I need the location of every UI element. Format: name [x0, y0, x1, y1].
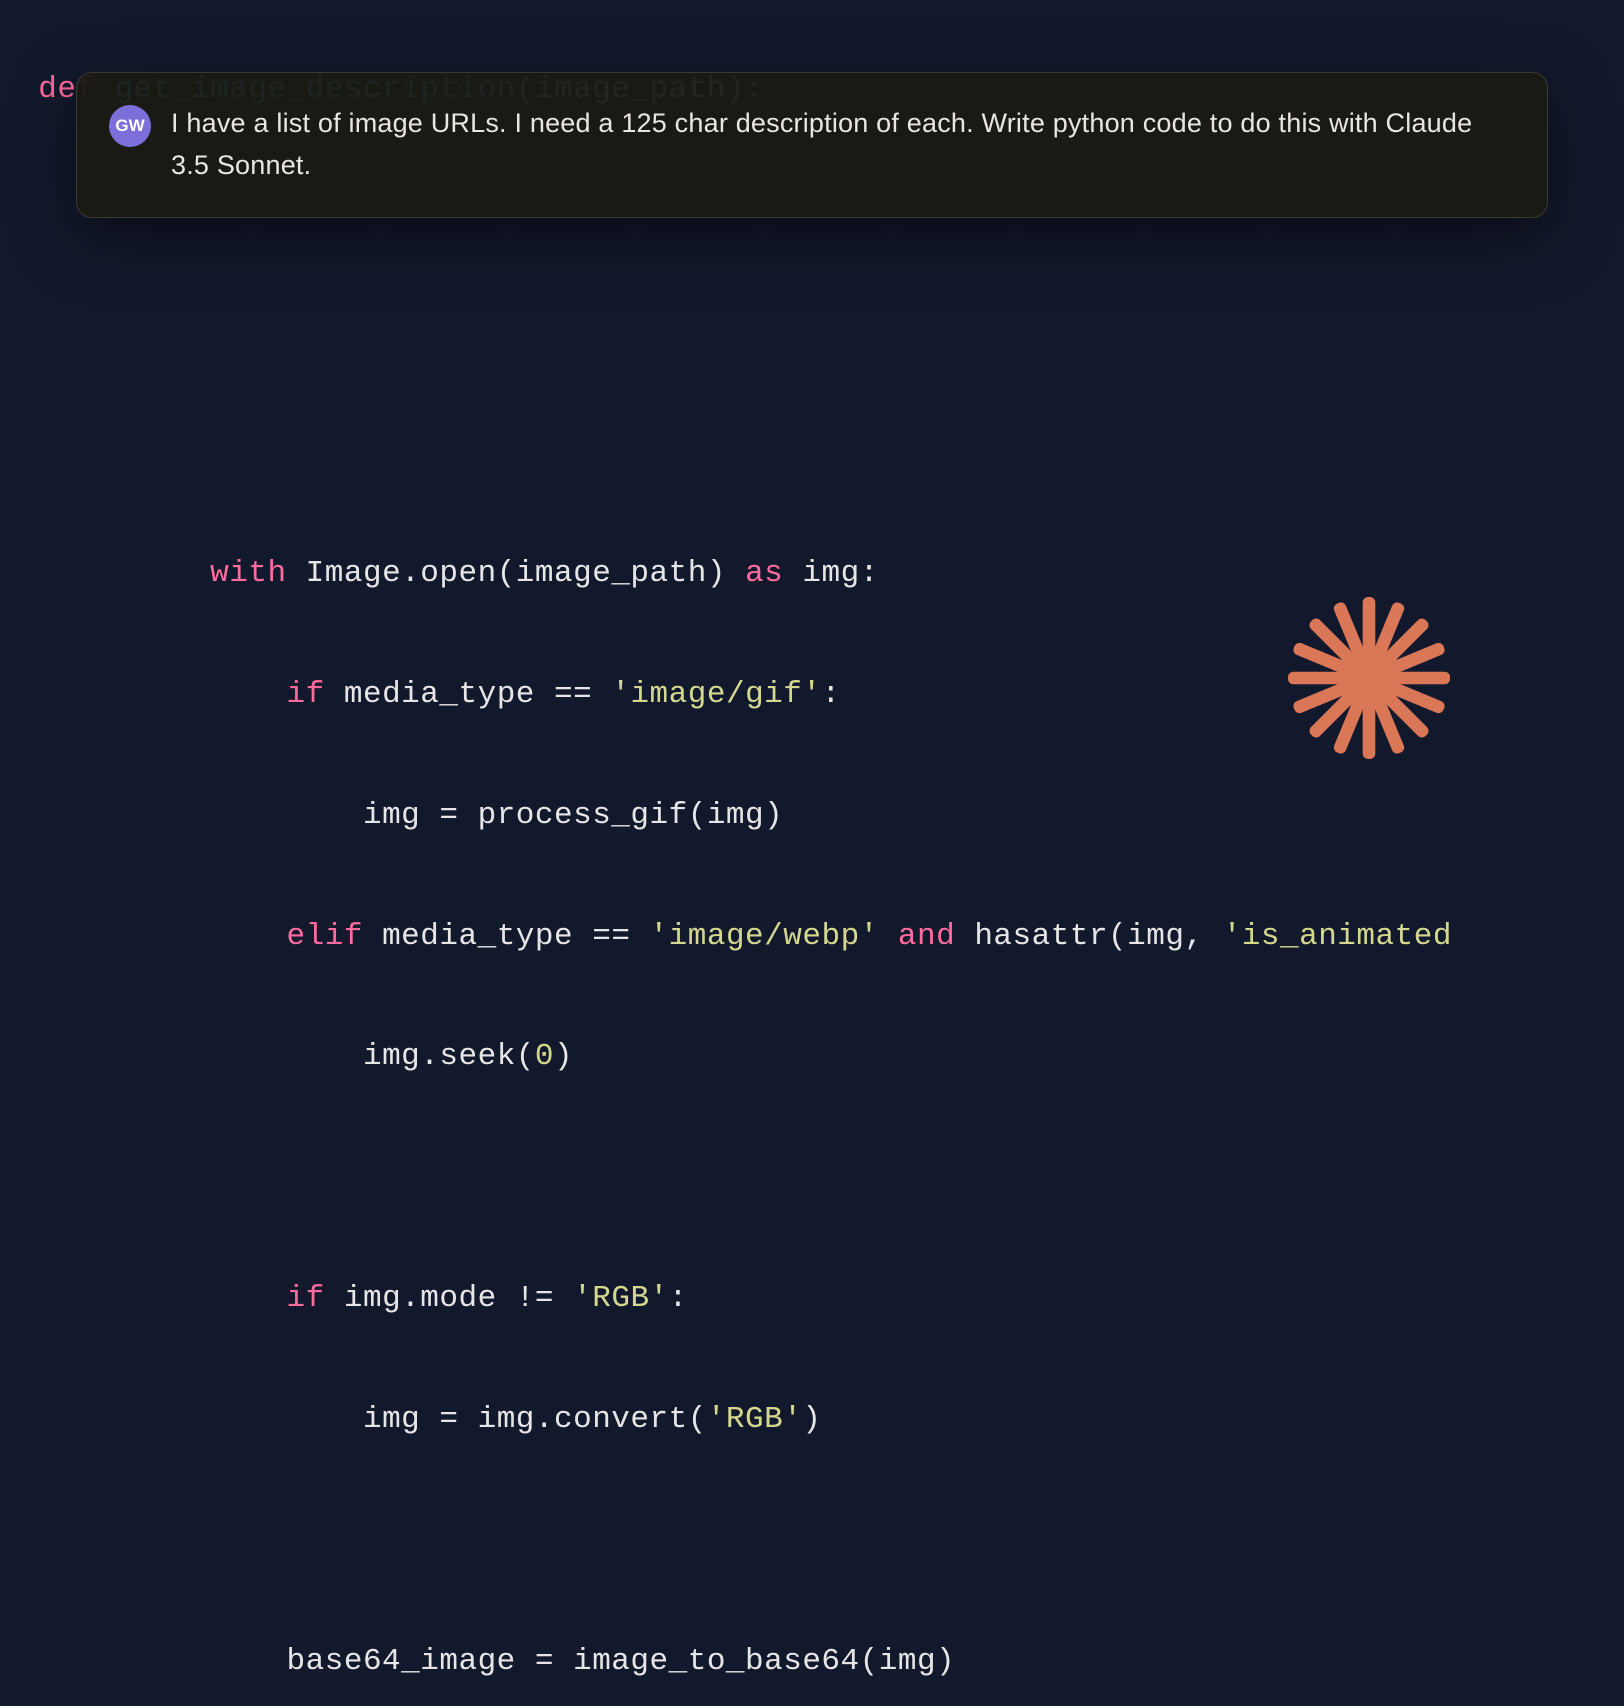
avatar-initials: GW	[115, 116, 144, 136]
keyword-if: if	[287, 1281, 325, 1316]
keyword-if: if	[287, 677, 325, 712]
chat-message-text: I have a list of image URLs. I need a 12…	[171, 103, 1515, 187]
claude-logo-icon	[1279, 588, 1459, 768]
string-literal: 'image/gif'	[611, 677, 821, 712]
code-line-8: img = img.convert('RGB')	[0, 1390, 1624, 1450]
chat-prompt-overlay: GW I have a list of image URLs. I need a…	[76, 72, 1548, 218]
code-line-5: elif media_type == 'image/webp' and hasa…	[0, 907, 1624, 967]
string-literal: 'image/webp'	[650, 919, 879, 954]
string-literal: 'RGB'	[707, 1402, 803, 1437]
string-literal: 'is_animated	[1223, 919, 1452, 954]
code-line-blank	[0, 423, 1624, 483]
code-line-9: base64_image = image_to_base64(img)	[0, 1632, 1624, 1692]
keyword-and: and	[898, 919, 955, 954]
code-line-blank	[0, 302, 1624, 362]
user-avatar: GW	[109, 105, 151, 147]
code-line-blank	[0, 1148, 1624, 1208]
code-line-blank	[0, 1511, 1624, 1571]
keyword-with: with	[210, 556, 286, 591]
number-literal: 0	[535, 1039, 554, 1074]
string-literal: 'RGB'	[573, 1281, 669, 1316]
code-line-7: if img.mode != 'RGB':	[0, 1269, 1624, 1329]
keyword-elif: elif	[287, 919, 363, 954]
code-line-4: img = process_gif(img)	[0, 786, 1624, 846]
keyword-as: as	[745, 556, 783, 591]
code-editor: def get_image_description(image_path): w…	[0, 0, 1624, 1706]
code-line-6: img.seek(0)	[0, 1027, 1624, 1087]
